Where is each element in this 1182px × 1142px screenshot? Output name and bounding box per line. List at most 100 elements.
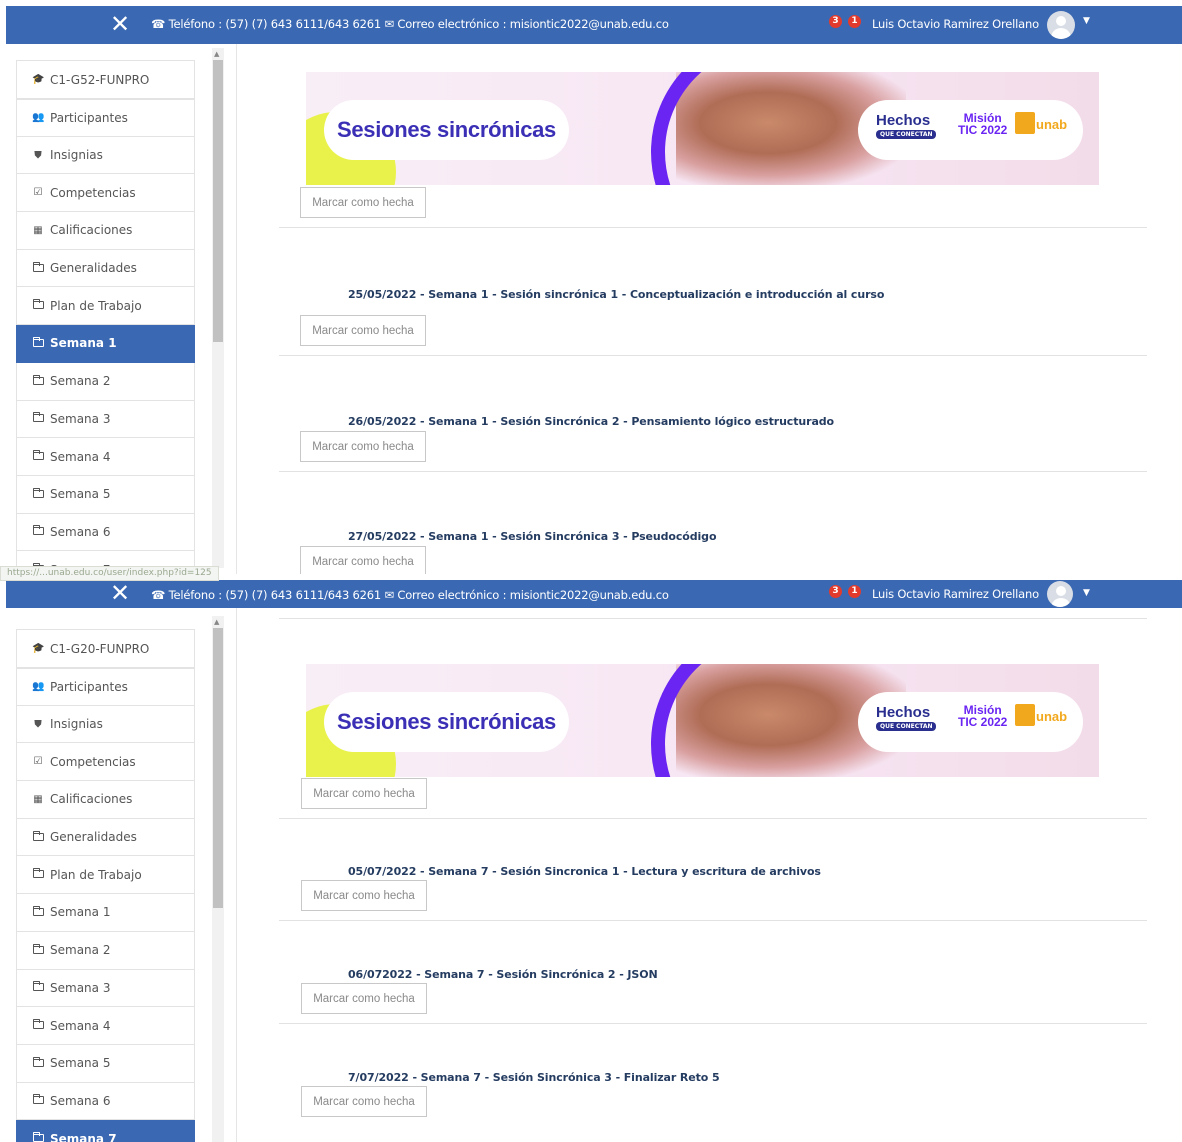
sidebar-item-label: Semana 2 [50, 374, 111, 389]
sidebar-item-semana-3[interactable]: Semana 3 [16, 400, 195, 439]
user-name[interactable]: Luis Octavio Ramirez Orellano [872, 17, 1039, 31]
logo-mision-tic: Misión TIC 2022 [958, 703, 1008, 729]
sidebar-item-semana-1[interactable]: Semana 1 [16, 894, 195, 932]
sidebar-item-plan-de-trabajo[interactable]: Plan de Trabajo [16, 856, 195, 895]
sidebar-item-semana-6[interactable]: Semana 6 [16, 513, 195, 552]
sidebar-item-label: Participantes [50, 110, 128, 125]
sidebar-item-calificaciones[interactable]: ▦ Calificaciones [16, 212, 195, 250]
sidebar-item-competencias[interactable]: ☑ Competencias [16, 743, 195, 782]
sidebar-item-label: Semana 4 [50, 1018, 111, 1033]
messages-badge[interactable]: 1 [848, 585, 861, 598]
section-divider [279, 818, 1147, 819]
chevron-down-icon[interactable]: ▼ [1083, 16, 1090, 26]
sidebar-item-generalidades[interactable]: Generalidades [16, 249, 195, 288]
folder-icon [32, 412, 44, 424]
sidebar-item-label: Insignias [50, 148, 103, 163]
messages-badge[interactable]: 1 [848, 15, 861, 28]
logo-hechos-sub: QUE CONECTAN [876, 722, 937, 731]
folder-icon [32, 374, 44, 387]
sidebar-item-label: Plan de Trabajo [50, 298, 142, 313]
session-link[interactable]: 25/05/2022 - Semana 1 - Sesión sincrónic… [348, 288, 884, 301]
shield-icon: ⛊ [34, 718, 42, 730]
mark-done-button[interactable]: Marcar como hecha [301, 1086, 427, 1117]
notifications-badge[interactable]: 3 [829, 15, 842, 28]
checkbox-icon: ☑ [33, 187, 43, 199]
avatar[interactable] [1047, 11, 1075, 39]
unab-icon [1015, 112, 1035, 134]
chevron-down-icon[interactable]: ▼ [1083, 588, 1090, 598]
sidebar-item-semana-1[interactable]: Semana 1 [16, 325, 195, 363]
notification-area[interactable]: 3 1 [829, 15, 861, 28]
section-divider [279, 1023, 1147, 1024]
sessions-banner: Sesiones sincrónicas Hechos QUE CONECTAN… [306, 664, 1099, 777]
sidebar-item-insignias[interactable]: ⛊ Insignias [16, 705, 195, 744]
notification-area[interactable]: 3 1 [829, 585, 861, 598]
sidebar-item-semana-6[interactable]: Semana 6 [16, 1082, 195, 1121]
sidebar-item-label: C1-G52-FUNPRO [50, 72, 150, 87]
scroll-thumb[interactable] [213, 628, 223, 908]
sidebar-item-semana-4[interactable]: Semana 4 [16, 1007, 195, 1045]
avatar[interactable] [1047, 581, 1073, 607]
banner-title-pill: Sesiones sincrónicas [324, 100, 569, 160]
sidebar-item-participantes[interactable]: 👥 Participantes [16, 668, 195, 706]
banner-title: Sesiones sincrónicas [337, 709, 556, 734]
close-icon[interactable]: ✕ [110, 9, 130, 39]
sidebar-item-course[interactable]: 🎓 C1-G52-FUNPRO [16, 60, 195, 99]
session-link[interactable]: 7/07/2022 - Semana 7 - Sesión Sincrónica… [348, 1071, 720, 1084]
session-link[interactable]: 26/05/2022 - Semana 1 - Sesión Sincrónic… [348, 415, 834, 428]
folder-icon [32, 336, 44, 349]
mark-done-button[interactable]: Marcar como hecha [300, 187, 426, 218]
close-icon[interactable]: ✕ [110, 578, 130, 608]
sidebar-item-generalidades[interactable]: Generalidades [16, 818, 195, 857]
sidebar-item-label: Generalidades [50, 830, 137, 845]
sidebar-item-semana-2[interactable]: Semana 2 [16, 931, 195, 970]
mark-done-button[interactable]: Marcar como hecha [301, 778, 427, 809]
session-link[interactable]: 06/072022 - Semana 7 - Sesión Sincrónica… [348, 968, 658, 981]
notifications-badge[interactable]: 3 [829, 585, 842, 598]
contact-info: ☎ Teléfono : (57) (7) 643 6111/643 6261 … [151, 588, 669, 602]
sidebar-scrollbar[interactable]: ▲ [212, 48, 224, 568]
sidebar-item-label: Participantes [50, 679, 128, 694]
logo-unab: unab [1036, 709, 1068, 724]
sidebar-item-label: Semana 3 [50, 411, 111, 426]
logo-mision-tic: Misión TIC 2022 [958, 111, 1008, 137]
folder-icon [32, 943, 44, 956]
mark-done-button[interactable]: Marcar como hecha [301, 880, 427, 911]
folder-icon [32, 261, 44, 274]
sidebar-item-semana-4[interactable]: Semana 4 [16, 438, 195, 476]
mark-done-button[interactable]: Marcar como hecha [300, 315, 426, 346]
sidebar-item-label: Plan de Trabajo [50, 867, 142, 882]
course-sidebar: 🎓 C1-G20-FUNPRO 👥 Participantes ⛊ Insignias… [16, 629, 195, 1142]
sidebar-scrollbar[interactable]: ▲ [212, 616, 224, 1142]
sidebar-item-semana-5[interactable]: Semana 5 [16, 475, 195, 514]
scroll-up-arrow-icon[interactable]: ▲ [214, 50, 219, 58]
sidebar-item-label: Semana 2 [50, 943, 111, 958]
sidebar-item-semana-3[interactable]: Semana 3 [16, 969, 195, 1008]
sidebar-item-label: Semana 6 [50, 1093, 111, 1108]
session-link[interactable]: 27/05/2022 - Semana 1 - Sesión Sincrónic… [348, 530, 717, 543]
sidebar-item-plan-de-trabajo[interactable]: Plan de Trabajo [16, 287, 195, 326]
sidebar-item-semana-2[interactable]: Semana 2 [16, 362, 195, 401]
sidebar-item-label: Generalidades [50, 261, 137, 276]
user-name[interactable]: Luis Octavio Ramirez Orellano [872, 587, 1039, 601]
banner-title: Sesiones sincrónicas [337, 117, 556, 142]
sidebar-item-calificaciones[interactable]: ▦ Calificaciones [16, 781, 195, 819]
sidebar-item-label: Semana 5 [50, 1056, 111, 1071]
sidebar-item-course[interactable]: 🎓 C1-G20-FUNPRO [16, 629, 195, 668]
mark-done-button[interactable]: Marcar como hecha [300, 431, 426, 462]
mark-done-button[interactable]: Marcar como hecha [301, 983, 427, 1014]
mark-done-button[interactable]: Marcar como hecha [300, 546, 426, 577]
section-divider [279, 227, 1147, 228]
sidebar-item-insignias[interactable]: ⛊ Insignias [16, 136, 195, 175]
session-link[interactable]: 05/07/2022 - Semana 7 - Sesión Sincronic… [348, 865, 821, 878]
sidebar-item-label: Semana 5 [50, 487, 111, 502]
users-icon: 👥 [32, 112, 45, 124]
scroll-up-arrow-icon[interactable]: ▲ [214, 618, 219, 626]
scroll-thumb[interactable] [213, 60, 223, 342]
sidebar-item-semana-5[interactable]: Semana 5 [16, 1044, 195, 1083]
table-icon: ▦ [33, 793, 43, 805]
sidebar-item-competencias[interactable]: ☑ Competencias [16, 174, 195, 213]
sidebar-item-participantes[interactable]: 👥 Participantes [16, 99, 195, 137]
top-navbar: ✕ ☎ Teléfono : (57) (7) 643 6111/643 626… [6, 6, 1182, 44]
sidebar-item-semana-7[interactable]: Semana 7 [16, 1120, 195, 1142]
